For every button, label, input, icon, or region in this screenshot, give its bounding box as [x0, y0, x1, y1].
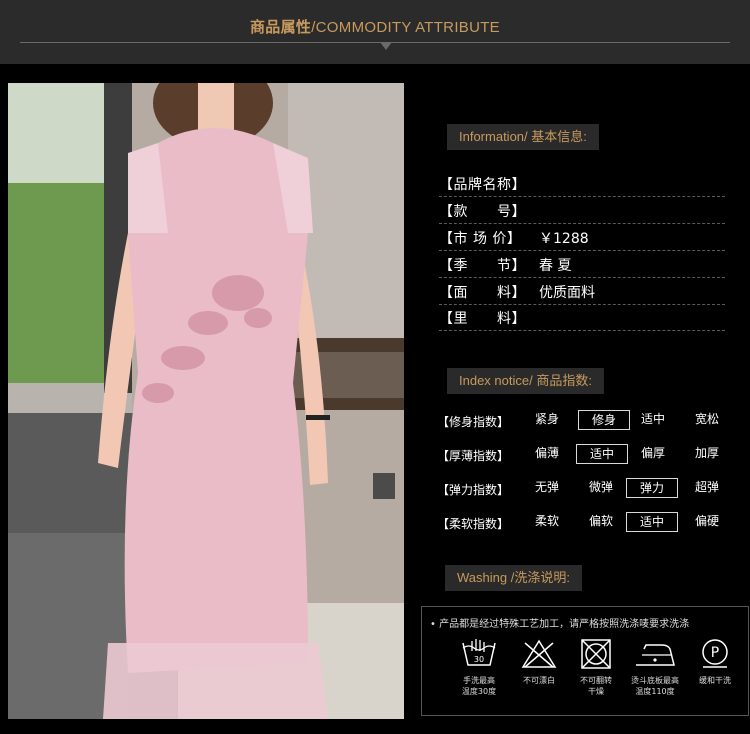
index-label: 【弹力指数】 [437, 483, 510, 497]
index-option: 加厚 [694, 446, 719, 460]
product-photo [8, 83, 404, 719]
index-option: 紧身 [534, 412, 559, 426]
attr-label: 【市 场 价】 [439, 231, 522, 247]
washing-panel: • 产品都是经过特殊工艺加工，请严格按照洗涤唛要求洗涤 30 手洗最高 温度30… [421, 606, 749, 716]
index-option: 超弹 [694, 480, 719, 494]
wash-item-no-bleach: 不可漂白 [509, 639, 569, 686]
header-title: 商品属性/COMMODITY ATTRIBUTE [0, 16, 750, 37]
index-option-selected: 修身 [578, 410, 630, 430]
index-option: 适中 [640, 412, 665, 426]
wash-item-hand-wash: 30 手洗最高 温度30度 [449, 639, 509, 697]
attr-label: 【款 号】 [439, 204, 526, 220]
wash-item-no-tumble-dry: 不可翻转 干燥 [566, 639, 626, 697]
attr-row-style-no: 【款 号】 [439, 197, 725, 224]
header-arrow-icon [380, 42, 392, 50]
attr-row-price: 【市 场 价】 ￥1288 [439, 224, 725, 251]
attr-label: 【面 料】 [439, 285, 526, 301]
attr-value: 春 夏 [539, 258, 572, 274]
attr-value: 优质面料 [539, 285, 595, 301]
wash-item-dry-clean: P 缓和干洗 [685, 639, 745, 686]
index-tag: Index notice/ 商品指数: [447, 368, 604, 394]
attr-row-brand: 【品牌名称】 [439, 170, 725, 197]
svg-text:30: 30 [474, 655, 484, 664]
index-option: 柔软 [534, 514, 559, 528]
wash-caption: 温度30度 [461, 687, 497, 696]
index-row-thickness: 【厚薄指数】 偏薄 适中 偏厚 加厚 [437, 443, 747, 467]
dry-clean-p-icon: P [685, 639, 745, 669]
index-option: 偏厚 [640, 446, 665, 460]
index-option: 偏软 [588, 514, 613, 528]
index-option: 微弹 [588, 480, 613, 494]
index-option-selected: 弹力 [626, 478, 678, 498]
info-tag: Information/ 基本信息: [447, 124, 599, 150]
washing-tag: Washing /洗涤说明: [445, 565, 582, 591]
header-title-en: /COMMODITY ATTRIBUTE [311, 19, 500, 36]
page-header: 商品属性/COMMODITY ATTRIBUTE [0, 0, 750, 64]
wash-caption: 不可翻转 [580, 676, 612, 685]
index-option: 偏硬 [694, 514, 719, 528]
index-option-selected: 适中 [626, 512, 678, 532]
index-option: 无弹 [534, 480, 559, 494]
index-label: 【修身指数】 [437, 415, 510, 429]
index-label: 【柔软指数】 [437, 517, 510, 531]
wash-caption: 缓和干洗 [699, 676, 731, 685]
wash-caption: 温度110度 [635, 687, 675, 696]
wash-caption: 不可漂白 [523, 676, 555, 685]
index-option: 宽松 [694, 412, 719, 426]
index-label: 【厚薄指数】 [437, 449, 510, 463]
washing-note: • 产品都是经过特殊工艺加工，请严格按照洗涤唛要求洗涤 [430, 619, 690, 630]
wash-item-iron: 烫斗底板最高 温度110度 [625, 639, 685, 697]
index-option: 偏薄 [534, 446, 559, 460]
index-option-selected: 适中 [576, 444, 628, 464]
wash-caption: 手洗最高 [463, 676, 495, 685]
no-bleach-icon [509, 639, 569, 669]
index-row-softness: 【柔软指数】 柔软 偏软 适中 偏硬 [437, 511, 747, 535]
attr-label: 【品牌名称】 [439, 177, 526, 193]
attr-value: ￥1288 [539, 231, 589, 247]
no-tumble-dry-icon [566, 639, 626, 669]
wash-caption: 烫斗底板最高 [631, 676, 679, 685]
header-title-cn: 商品属性 [250, 19, 312, 36]
svg-text:P: P [711, 645, 719, 661]
attr-row-lining: 【里 料】 [439, 304, 725, 331]
wash-caption: 干燥 [588, 687, 604, 696]
index-row-fit: 【修身指数】 紧身 修身 适中 宽松 [437, 409, 747, 433]
attr-label: 【季 节】 [439, 258, 526, 274]
attr-label: 【里 料】 [439, 311, 526, 327]
attr-row-season: 【季 节】 春 夏 [439, 251, 725, 278]
hand-wash-30-icon: 30 [449, 639, 509, 669]
attr-row-fabric: 【面 料】 优质面料 [439, 278, 725, 305]
index-row-elasticity: 【弹力指数】 无弹 微弹 弹力 超弹 [437, 477, 747, 501]
iron-icon [625, 639, 685, 669]
header-divider [20, 42, 730, 43]
